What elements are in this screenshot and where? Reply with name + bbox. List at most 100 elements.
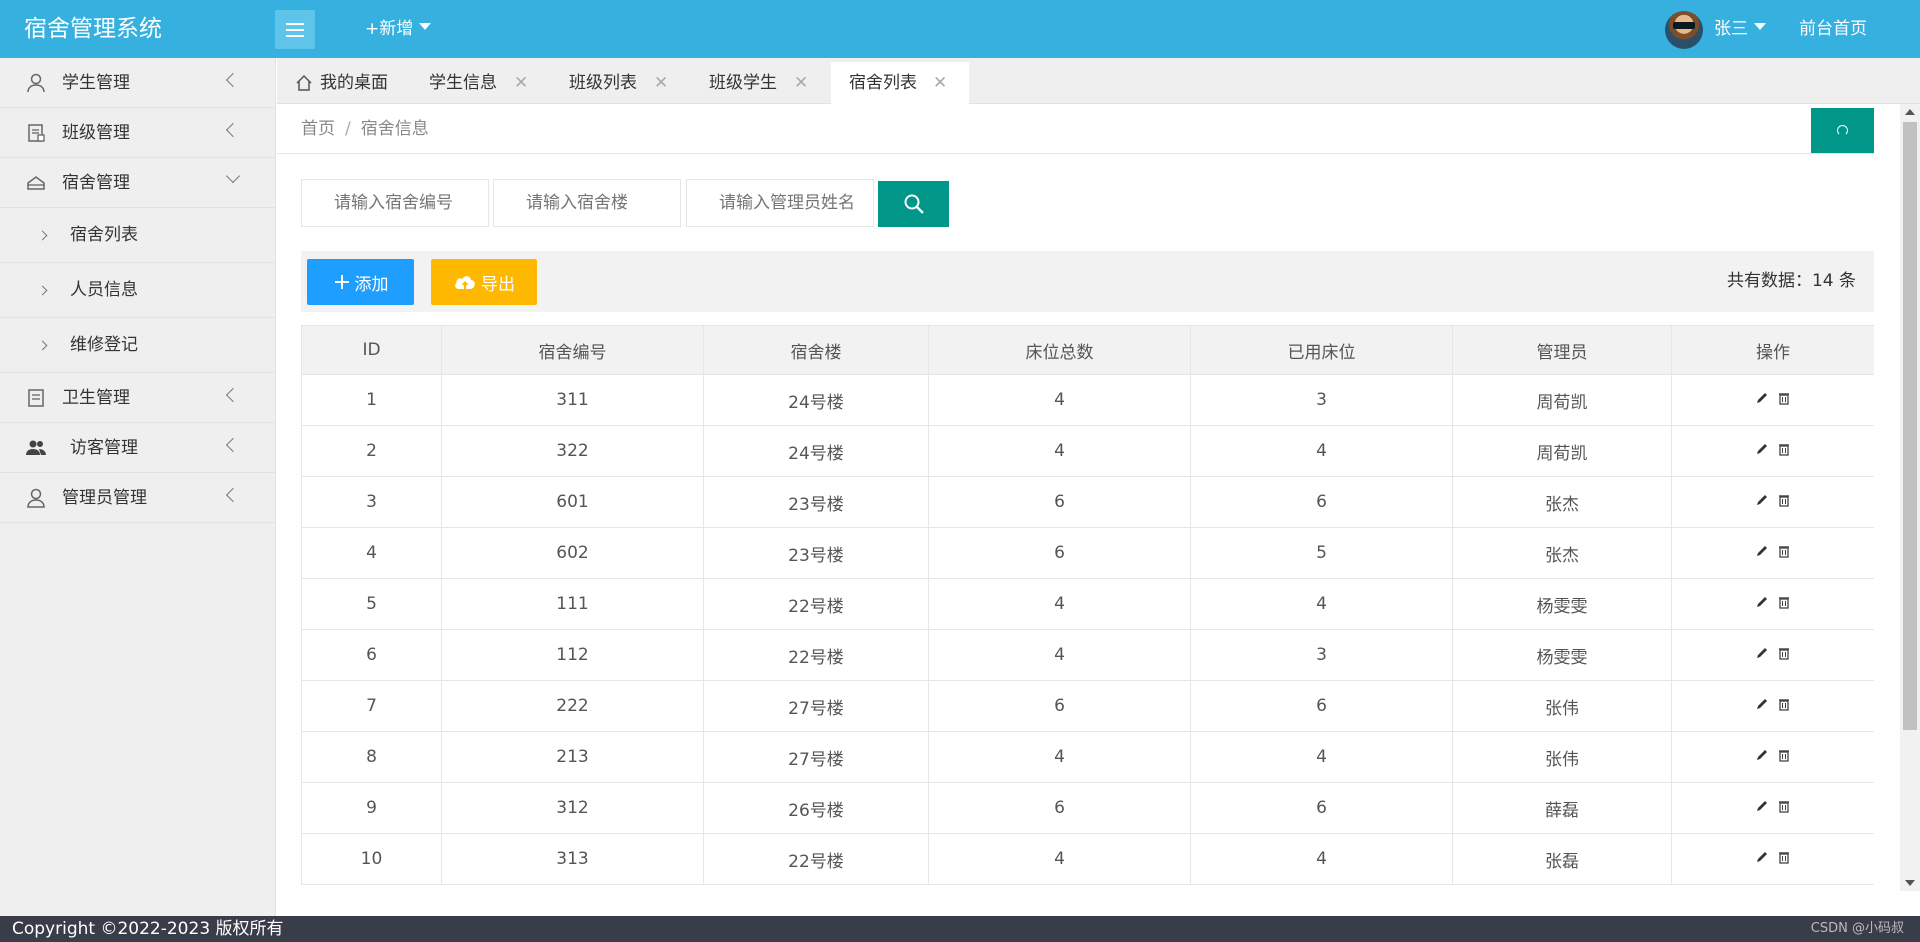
edit-icon[interactable] <box>1755 544 1769 558</box>
delete-icon[interactable] <box>1777 697 1791 711</box>
sidebar-subitem-repair-registration[interactable]: 维修登记 <box>0 318 275 373</box>
delete-icon[interactable] <box>1777 442 1791 456</box>
edit-icon[interactable] <box>1755 697 1769 711</box>
table-cell: 27号楼 <box>703 680 929 732</box>
table-cell: 213 <box>441 731 704 783</box>
add-new-dropdown[interactable]: +新增 <box>365 0 432 58</box>
delete-icon[interactable] <box>1777 850 1791 864</box>
table-row: 10 313 22号楼 4 4 张磊 <box>301 833 1874 885</box>
export-button[interactable]: 导出 <box>431 259 537 305</box>
hamburger-icon <box>286 22 304 25</box>
refresh-button[interactable] <box>1811 108 1874 153</box>
dorm-table-container: ID 宿舍编号 宿舍楼 床位总数 已用床位 管理员 操作 1 311 24号楼 4 3 周… <box>301 325 1874 891</box>
sidebar: 学生管理 班级管理 宿舍管理 宿舍列表 人员信息 维修登记 卫生管理 访客管理 … <box>0 58 276 916</box>
breadcrumb-home[interactable]: 首页 <box>301 119 335 139</box>
search-button[interactable] <box>878 181 949 227</box>
sidebar-subitem-dorm-list[interactable]: 宿舍列表 <box>0 208 275 263</box>
table-cell: 23号楼 <box>703 527 929 579</box>
table-cell: 6 <box>1190 680 1453 732</box>
actions-cell <box>1671 374 1874 426</box>
tab-class-list[interactable]: 班级列表 ✕ <box>569 62 687 104</box>
scroll-thumb[interactable] <box>1903 122 1917 730</box>
actions-cell <box>1671 425 1874 477</box>
edit-icon[interactable] <box>1755 391 1769 405</box>
table-cell: 6 <box>301 629 442 681</box>
table-cell: 6 <box>928 527 1191 579</box>
table-cell: 313 <box>441 833 704 885</box>
edit-icon[interactable] <box>1755 799 1769 813</box>
dorm-number-input[interactable] <box>301 179 489 227</box>
scrollbar[interactable] <box>1900 104 1920 891</box>
building-input[interactable] <box>493 179 681 227</box>
sidebar-item-classes[interactable]: 班级管理 <box>0 108 275 158</box>
actions-cell <box>1671 731 1874 783</box>
chevron-right-icon <box>37 340 48 351</box>
table-cell: 111 <box>441 578 704 630</box>
actions-cell <box>1671 833 1874 885</box>
close-icon[interactable]: ✕ <box>794 62 808 104</box>
tab-student-info[interactable]: 学生信息 ✕ <box>429 62 547 104</box>
tab-dorm-list[interactable]: 宿舍列表 ✕ <box>831 62 969 104</box>
tab-my-desktop[interactable]: 我的桌面 <box>295 62 397 104</box>
table-cell: 4 <box>301 527 442 579</box>
edit-icon[interactable] <box>1755 850 1769 864</box>
class-icon <box>28 124 45 142</box>
close-icon[interactable]: ✕ <box>514 62 528 104</box>
sidebar-subitem-people-info[interactable]: 人员信息 <box>0 263 275 318</box>
sidebar-item-label: 管理员管理 <box>62 488 147 508</box>
delete-icon[interactable] <box>1777 748 1791 762</box>
column-header: ID <box>301 325 442 375</box>
table-cell: 22号楼 <box>703 578 929 630</box>
table-row: 8 213 27号楼 4 4 张伟 <box>301 731 1874 783</box>
edit-icon[interactable] <box>1755 442 1769 456</box>
sidebar-item-label: 学生管理 <box>62 73 130 93</box>
close-icon[interactable]: ✕ <box>933 62 947 104</box>
delete-icon[interactable] <box>1777 544 1791 558</box>
front-home-link[interactable]: 前台首页 <box>1799 0 1867 58</box>
actions-cell <box>1671 527 1874 579</box>
add-button[interactable]: 添加 <box>307 259 414 305</box>
sidebar-item-label: 宿舍管理 <box>62 173 130 193</box>
manager-name-input[interactable] <box>686 179 874 227</box>
watermark: CSDN @小码叔 <box>1810 921 1904 936</box>
chevron-down-icon <box>225 168 241 184</box>
delete-icon[interactable] <box>1777 391 1791 405</box>
table-cell: 4 <box>928 629 1191 681</box>
sidebar-item-dorms[interactable]: 宿舍管理 <box>0 158 275 208</box>
table-cell: 311 <box>441 374 704 426</box>
total-count: 共有数据：14 条 <box>1726 271 1856 291</box>
delete-icon[interactable] <box>1777 595 1791 609</box>
table-cell: 张伟 <box>1452 731 1672 783</box>
table-cell: 24号楼 <box>703 374 929 426</box>
close-icon[interactable]: ✕ <box>654 62 668 104</box>
edit-icon[interactable] <box>1755 595 1769 609</box>
table-cell: 周荀凯 <box>1452 425 1672 477</box>
table-cell: 张伟 <box>1452 680 1672 732</box>
sidebar-item-visitors[interactable]: 访客管理 <box>0 423 275 473</box>
scroll-down-arrow[interactable] <box>1905 880 1915 886</box>
table-cell: 312 <box>441 782 704 834</box>
delete-icon[interactable] <box>1777 646 1791 660</box>
chevron-right-icon <box>37 285 48 296</box>
edit-icon[interactable] <box>1755 748 1769 762</box>
column-header: 宿舍楼 <box>703 325 929 375</box>
sidebar-item-label: 班级管理 <box>62 123 130 143</box>
avatar[interactable] <box>1665 11 1703 49</box>
sidebar-item-admins[interactable]: 管理员管理 <box>0 473 275 523</box>
user-menu[interactable]: 张三 <box>1714 0 1766 58</box>
delete-icon[interactable] <box>1777 799 1791 813</box>
table-cell: 601 <box>441 476 704 528</box>
edit-icon[interactable] <box>1755 493 1769 507</box>
table-cell: 24号楼 <box>703 425 929 477</box>
sidebar-item-students[interactable]: 学生管理 <box>0 58 275 108</box>
table-cell: 4 <box>1190 731 1453 783</box>
sidebar-item-hygiene[interactable]: 卫生管理 <box>0 373 275 423</box>
scroll-up-arrow[interactable] <box>1905 109 1915 115</box>
delete-icon[interactable] <box>1777 493 1791 507</box>
tab-class-students[interactable]: 班级学生 ✕ <box>709 62 827 104</box>
edit-icon[interactable] <box>1755 646 1769 660</box>
sidebar-toggle-button[interactable] <box>275 10 315 49</box>
table-cell: 杨雯雯 <box>1452 629 1672 681</box>
chevron-right-icon <box>37 230 48 241</box>
refresh-icon <box>1837 125 1848 136</box>
